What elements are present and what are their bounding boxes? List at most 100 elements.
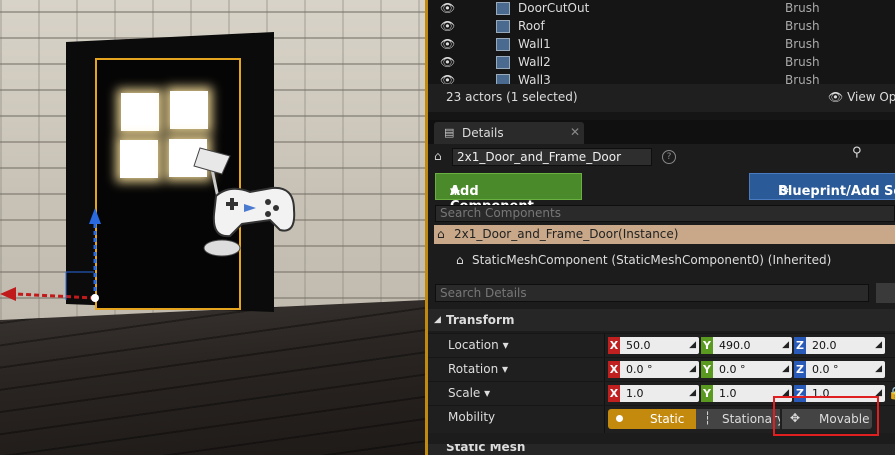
add-component-button[interactable]: + Add Component ▾ bbox=[435, 173, 582, 214]
rotation-z-value: 0.0 ° bbox=[812, 363, 839, 376]
rotation-label[interactable]: Rotation ▾ bbox=[448, 362, 508, 376]
axis-y-badge: Y bbox=[701, 337, 713, 354]
scale-x-value: 1.0 bbox=[626, 387, 644, 400]
drag-arrow-icon: ◢ bbox=[689, 364, 696, 374]
actor-name: Wall1 bbox=[518, 37, 551, 51]
axis-z-badge: Z bbox=[794, 337, 806, 354]
component-instance-row[interactable]: ⌂ 2x1_Door_and_Frame_Door(Instance) bbox=[434, 225, 895, 244]
brush-icon bbox=[496, 56, 510, 69]
static-label: Static bbox=[650, 412, 685, 426]
location-z-field[interactable]: 20.0 ◢ bbox=[806, 337, 885, 354]
instance-label: 2x1_Door_and_Frame_Door(Instance) bbox=[454, 227, 679, 241]
stationary-icon: ┆ bbox=[704, 411, 712, 425]
search-icon[interactable]: ⚲ bbox=[852, 145, 862, 160]
player-start-gamepad-icon[interactable] bbox=[190, 140, 300, 270]
static-mesh-component-row[interactable]: ⌂ StaticMeshComponent (StaticMeshCompone… bbox=[434, 250, 895, 270]
rotation-x-value: 0.0 ° bbox=[626, 363, 653, 376]
tab-details[interactable]: ▤ Details ✕ bbox=[434, 122, 584, 144]
column-divider[interactable] bbox=[604, 406, 605, 433]
drag-arrow-icon: ◢ bbox=[875, 340, 882, 350]
chevron-down-icon: ▾ bbox=[502, 362, 509, 376]
location-y-field[interactable]: 490.0 ◢ bbox=[713, 337, 792, 354]
drag-arrow-icon: ◢ bbox=[689, 340, 696, 350]
location-label[interactable]: Location ▾ bbox=[448, 338, 509, 352]
visibility-eye-icon[interactable]: 👁 bbox=[440, 73, 455, 84]
stationary-label: Stationary bbox=[722, 412, 780, 426]
scale-label[interactable]: Scale ▾ bbox=[448, 386, 490, 400]
eye-icon: 👁 bbox=[828, 90, 848, 104]
axis-y-badge: Y bbox=[701, 361, 713, 378]
rotation-z-field[interactable]: 0.0 ° ◢ bbox=[806, 361, 885, 378]
mobility-label: Mobility bbox=[448, 410, 496, 424]
movable-highlight-box bbox=[773, 396, 879, 436]
axis-x-badge: X bbox=[608, 361, 620, 378]
actor-name: Wall2 bbox=[518, 55, 551, 69]
view-options-grid-button[interactable] bbox=[876, 283, 895, 303]
view-options-button[interactable]: 👁 View Opt bbox=[828, 90, 895, 104]
outliner-row[interactable]: 👁 Wall3 Brush bbox=[428, 72, 895, 84]
location-row: Location ▾ X 50.0 ◢ Y 490.0 ◢ Z 20.0 ◢ bbox=[428, 333, 895, 358]
right-panel: 👁 DoorCutOut Brush 👁 Roof Brush 👁 Wall1 … bbox=[428, 0, 895, 455]
actor-count: 23 actors (1 selected) bbox=[446, 90, 578, 104]
axis-y-badge: Y bbox=[701, 385, 713, 402]
lock-icon[interactable]: 🔒 bbox=[888, 386, 895, 400]
column-divider[interactable] bbox=[604, 382, 605, 406]
location-x-field[interactable]: 50.0 ◢ bbox=[620, 337, 699, 354]
outliner-row[interactable]: 👁 Wall2 Brush bbox=[428, 54, 895, 72]
chevron-down-icon: ▾ bbox=[450, 184, 457, 199]
visibility-eye-icon[interactable]: 👁 bbox=[440, 37, 455, 51]
mobility-stationary-button[interactable]: ┆ Stationary bbox=[696, 409, 780, 429]
visibility-eye-icon[interactable]: 👁 bbox=[440, 55, 455, 69]
actor-type: Brush bbox=[785, 19, 820, 33]
transform-section-header[interactable]: ◢ Transform bbox=[428, 309, 895, 331]
level-viewport[interactable] bbox=[0, 0, 425, 455]
brush-icon bbox=[496, 74, 510, 84]
actor-icon: ⌂ bbox=[437, 227, 445, 241]
actor-type: Brush bbox=[785, 37, 820, 51]
visibility-eye-icon[interactable]: 👁 bbox=[440, 1, 455, 15]
actor-name: DoorCutOut bbox=[518, 1, 590, 15]
transform-header-label: Transform bbox=[446, 313, 515, 327]
scale-label-text: Scale bbox=[448, 386, 481, 400]
column-divider[interactable] bbox=[604, 334, 605, 358]
close-icon[interactable]: ✕ bbox=[570, 125, 580, 139]
outliner-row[interactable]: 👁 Wall1 Brush bbox=[428, 36, 895, 54]
visibility-eye-icon[interactable]: 👁 bbox=[440, 19, 455, 33]
drag-arrow-icon: ◢ bbox=[875, 364, 882, 374]
rotation-label-text: Rotation bbox=[448, 362, 499, 376]
column-divider[interactable] bbox=[604, 358, 605, 382]
scale-x-field[interactable]: 1.0 ◢ bbox=[620, 385, 699, 402]
location-x-value: 50.0 bbox=[626, 339, 651, 352]
location-label-text: Location bbox=[448, 338, 499, 352]
drag-arrow-icon: ◢ bbox=[782, 364, 789, 374]
rotation-y-field[interactable]: 0.0 ° ◢ bbox=[713, 361, 792, 378]
location-y-value: 490.0 bbox=[719, 339, 751, 352]
scale-y-value: 1.0 bbox=[719, 387, 737, 400]
tab-details-label: Details bbox=[462, 126, 504, 140]
static-mesh-section-header[interactable]: Static Mesh bbox=[428, 444, 895, 455]
actor-name: Roof bbox=[518, 19, 545, 33]
search-components-input[interactable]: Search Components bbox=[435, 205, 895, 222]
blueprint-label: Blueprint/Add Sc bbox=[778, 184, 895, 199]
static-mesh-icon: ⌂ bbox=[456, 253, 464, 267]
outliner-row[interactable]: 👁 DoorCutOut Brush bbox=[428, 0, 895, 18]
help-icon[interactable]: ? bbox=[662, 150, 676, 164]
static-mesh-header-label: Static Mesh bbox=[446, 444, 526, 454]
axis-x-badge: X bbox=[608, 385, 620, 402]
collapse-triangle-icon: ◢ bbox=[434, 315, 441, 325]
axis-x-badge: X bbox=[608, 337, 620, 354]
brush-icon bbox=[496, 2, 510, 15]
mobility-static-button[interactable]: Static bbox=[608, 409, 696, 429]
actor-name-field[interactable]: 2x1_Door_and_Frame_Door bbox=[452, 148, 652, 166]
search-details-input[interactable]: Search Details bbox=[435, 284, 869, 302]
actor-type: Brush bbox=[785, 55, 820, 69]
blueprint-add-script-button[interactable]: ⚙ Blueprint/Add Sc bbox=[749, 173, 895, 200]
static-icon bbox=[616, 415, 623, 422]
component-label: StaticMeshComponent (StaticMeshComponent… bbox=[472, 253, 832, 267]
outliner-row[interactable]: 👁 Roof Brush bbox=[428, 18, 895, 36]
chevron-down-icon: ▾ bbox=[502, 338, 509, 352]
rotation-x-field[interactable]: 0.0 ° ◢ bbox=[620, 361, 699, 378]
actor-type: Brush bbox=[785, 73, 820, 84]
axis-z-badge: Z bbox=[794, 361, 806, 378]
rotation-y-value: 0.0 ° bbox=[719, 363, 746, 376]
